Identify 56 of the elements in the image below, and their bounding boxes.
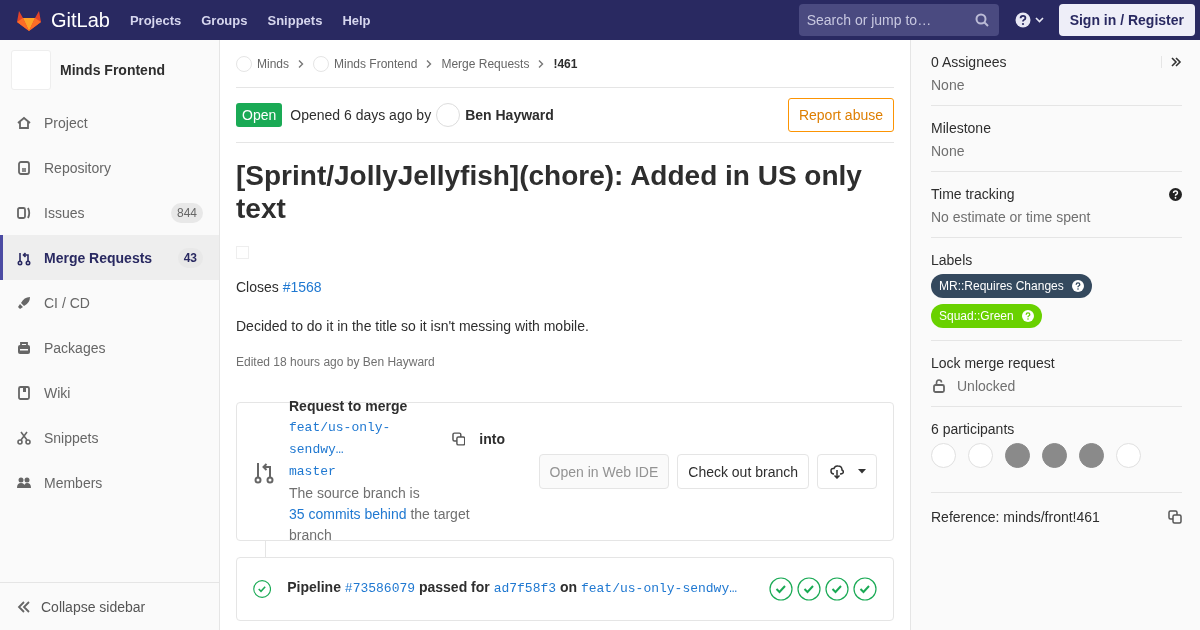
label-tag[interactable]: MR::Requires Changes	[931, 274, 1092, 298]
count-badge: 844	[170, 202, 203, 223]
author-link[interactable]: Ben Hayward	[465, 107, 554, 123]
sidebar-item[interactable]: Packages	[0, 325, 219, 370]
nav-link[interactable]: Snippets	[267, 12, 323, 28]
search-field[interactable]: Search or jump to…	[798, 4, 999, 36]
assignees-value: None	[931, 77, 966, 93]
reference-text: Reference: minds/front!461	[931, 509, 1100, 525]
milestone-value: None	[931, 143, 966, 159]
description-text: Closes #1568	[236, 278, 323, 297]
breadcrumb-link[interactable]: !461	[553, 56, 578, 71]
milestone-title: Milestone	[931, 120, 992, 136]
sidebar-item[interactable]: Wiki	[0, 370, 219, 415]
opened-text: Opened 6 days ago by	[290, 107, 432, 123]
commits-behind-link[interactable]: 35 commits behind	[289, 505, 407, 522]
breadcrumb-link[interactable]: Merge Requests	[441, 56, 530, 71]
commit-link[interactable]: ad7f58f3	[493, 581, 557, 596]
nav-link[interactable]: Groups	[201, 12, 248, 28]
merge-title: Request to merge	[289, 397, 409, 414]
into-text: into	[479, 430, 505, 447]
source-branch-link[interactable]: feat/us-only-sendwy…	[289, 416, 442, 461]
breadcrumb-link[interactable]: Minds Frontend	[334, 56, 418, 71]
sidebar-item[interactable]: Project	[0, 100, 219, 145]
branch-action-button[interactable]: Check out branch	[677, 454, 809, 489]
status-badge: Open	[236, 103, 283, 127]
sidebar-item[interactable]: CI / CD	[0, 280, 219, 325]
count-badge: 43	[177, 247, 203, 268]
target-branch-link[interactable]: master	[289, 463, 336, 479]
issue-link[interactable]: #1568	[282, 279, 322, 295]
labels-title: Labels	[931, 252, 974, 268]
sidebar-item[interactable]: Issues 844	[0, 190, 219, 235]
edited-note: Edited 18 hours ago by Ben Hayward	[236, 355, 436, 369]
participants-title: 6 participants	[931, 421, 1016, 437]
breadcrumb-link[interactable]: Minds	[257, 56, 289, 71]
assignees-title: 0 Assignees	[931, 54, 1007, 70]
merge-request-title: [Sprint/JollyJellyfish](chore): Added in US only text	[236, 159, 863, 225]
collapse-sidebar-link[interactable]: Collapse sidebar	[0, 582, 219, 630]
sidebar-item[interactable]: Members	[0, 460, 219, 505]
lock-title: Lock merge request	[931, 355, 1056, 371]
pipeline-link[interactable]: #73586079	[344, 581, 416, 596]
time-tracking-value: No estimate or time spent	[931, 209, 1092, 225]
lock-value: Unlocked	[957, 378, 1016, 394]
sign-in-button[interactable]: Sign in / Register	[1058, 4, 1195, 36]
report-abuse-button[interactable]: Report abuse	[787, 98, 894, 132]
pipeline-status-text: Pipeline #73586079 passed for ad7f58f3 on feat/us-only-sendwy…	[287, 578, 737, 598]
time-tracking-title: Time tracking	[931, 186, 1015, 202]
nav-link[interactable]: Projects	[129, 12, 182, 28]
sidebar-item[interactable]: Merge Requests 43	[0, 235, 219, 280]
sidebar-item[interactable]: Repository	[0, 145, 219, 190]
description-text: Decided to do it in the title so it isn't messing with mobile.	[236, 317, 590, 336]
branch-link[interactable]: feat/us-only-sendwy…	[580, 581, 737, 596]
sidebar-item[interactable]: Snippets	[0, 415, 219, 460]
nav-link[interactable]: Help	[342, 12, 371, 28]
gitlab-wordmark[interactable]: GitLab	[51, 8, 110, 32]
behind-text: The source branch is 35 commits behind the target branch	[289, 483, 471, 545]
project-name[interactable]: Minds Frontend	[60, 62, 165, 78]
